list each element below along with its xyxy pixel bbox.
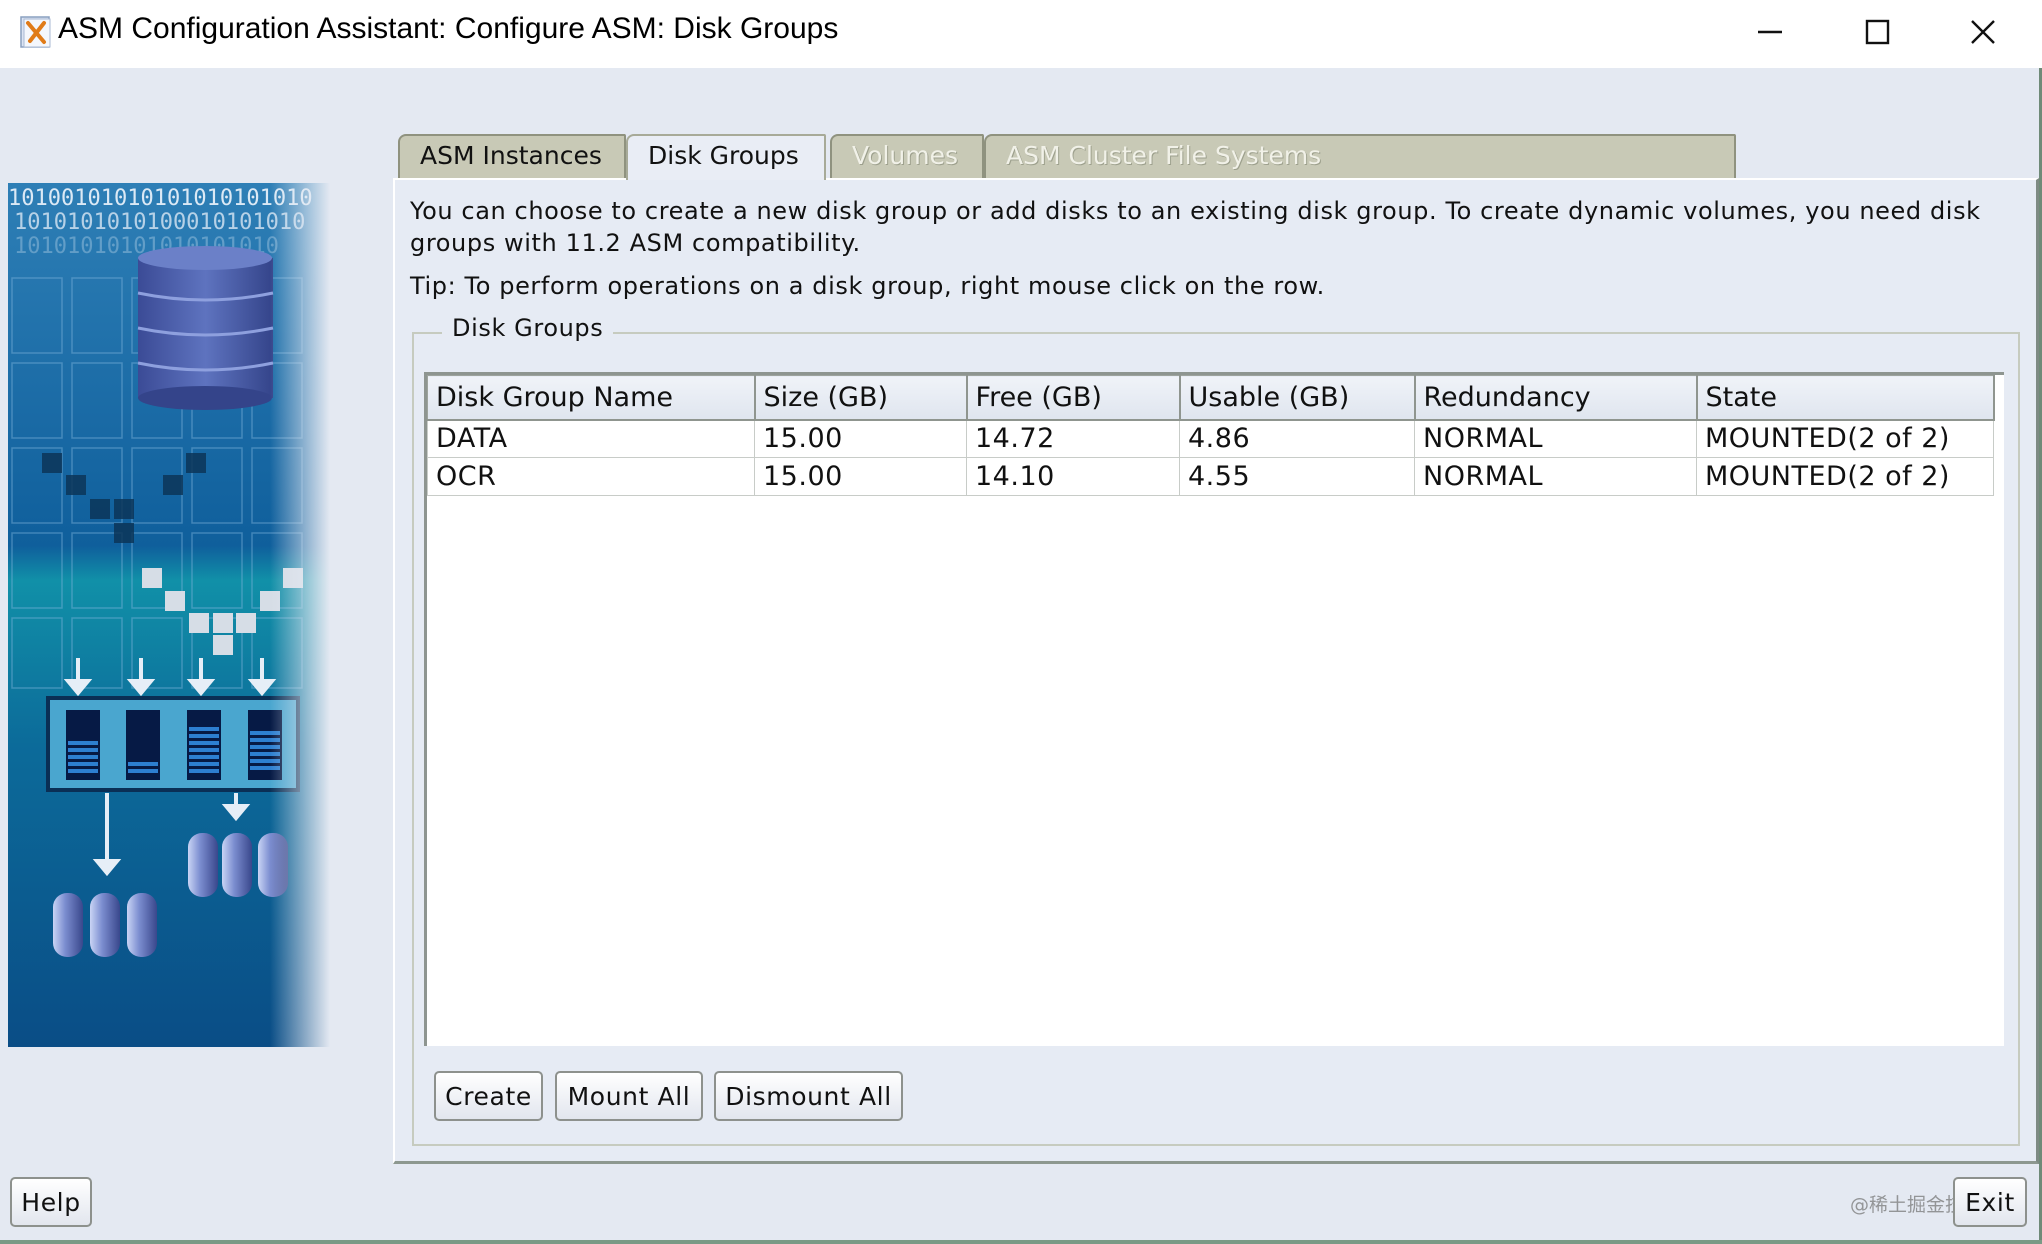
description-text: You can choose to create a new disk grou… xyxy=(410,197,1981,257)
column-header-state[interactable]: State xyxy=(1696,375,1995,421)
table-row[interactable]: DATA 15.00 14.72 4.86 NORMAL MOUNTED(2 o… xyxy=(427,419,1994,458)
cell-redundancy: NORMAL xyxy=(1414,419,1697,458)
cell-state: MOUNTED(2 of 2) xyxy=(1696,457,1994,496)
dismount-all-button[interactable]: Dismount All xyxy=(714,1071,903,1121)
close-button[interactable] xyxy=(1938,0,2028,64)
create-button[interactable]: Create xyxy=(434,1071,543,1121)
tab-volumes: Volumes xyxy=(830,134,984,178)
cell-size: 15.00 xyxy=(754,419,967,458)
mount-all-button[interactable]: Mount All xyxy=(555,1071,703,1121)
database-icon xyxy=(137,246,274,410)
title-bar: ASM Configuration Assistant: Configure A… xyxy=(0,0,2042,68)
oracle-x-icon xyxy=(20,16,51,48)
cell-free: 14.10 xyxy=(966,457,1180,496)
help-button[interactable]: Help xyxy=(10,1177,92,1227)
table-row[interactable]: OCR 15.00 14.10 4.55 NORMAL MOUNTED(2 of… xyxy=(427,457,1994,496)
cell-redundancy: NORMAL xyxy=(1414,457,1697,496)
cell-usable: 4.55 xyxy=(1179,457,1415,496)
tip-text: Tip: To perform operations on a disk gro… xyxy=(410,272,1325,300)
tab-disk-groups[interactable]: Disk Groups xyxy=(626,134,826,180)
cell-free: 14.72 xyxy=(966,419,1180,458)
column-header-redundancy[interactable]: Redundancy xyxy=(1414,375,1698,421)
cell-state: MOUNTED(2 of 2) xyxy=(1696,419,1994,458)
disk-array-icon xyxy=(46,696,300,792)
close-icon xyxy=(1971,20,1995,44)
table-header-row: Disk Group Name Size (GB) Free (GB) Usab… xyxy=(427,375,1995,421)
exit-button[interactable]: Exit xyxy=(1953,1177,2027,1227)
column-header-disk-group-name[interactable]: Disk Group Name xyxy=(427,375,756,421)
tab-asm-instances[interactable]: ASM Instances xyxy=(398,134,626,178)
asm-illustration-graphic: 10100101010101010101010 1010101010100010… xyxy=(8,183,330,1047)
groupbox-legend: Disk Groups xyxy=(442,314,614,342)
maximize-icon xyxy=(1865,19,1890,45)
disk-groups-table[interactable]: Disk Group Name Size (GB) Free (GB) Usab… xyxy=(424,372,2004,1046)
column-header-free[interactable]: Free (GB) xyxy=(966,375,1181,421)
tab-asm-cluster-file-systems: ASM Cluster File Systems xyxy=(984,134,1736,178)
maximize-button[interactable] xyxy=(1832,0,1922,64)
binary-row: 10100101010101010101010 xyxy=(8,186,313,211)
binary-row: 1010101010100010101010 xyxy=(14,210,305,235)
minimize-icon xyxy=(1758,30,1782,34)
asm-illustration: 10100101010101010101010 1010101010100010… xyxy=(8,183,330,1047)
cell-size: 15.00 xyxy=(754,457,967,496)
column-header-usable[interactable]: Usable (GB) xyxy=(1179,375,1416,421)
cell-disk-group-name: OCR xyxy=(427,457,755,496)
window-title: ASM Configuration Assistant: Configure A… xyxy=(58,12,839,45)
cell-disk-group-name: DATA xyxy=(427,419,755,458)
window-border-bottom xyxy=(0,1240,2042,1244)
column-header-size[interactable]: Size (GB) xyxy=(754,375,968,421)
cell-usable: 4.86 xyxy=(1179,419,1415,458)
minimize-button[interactable] xyxy=(1725,0,1815,64)
